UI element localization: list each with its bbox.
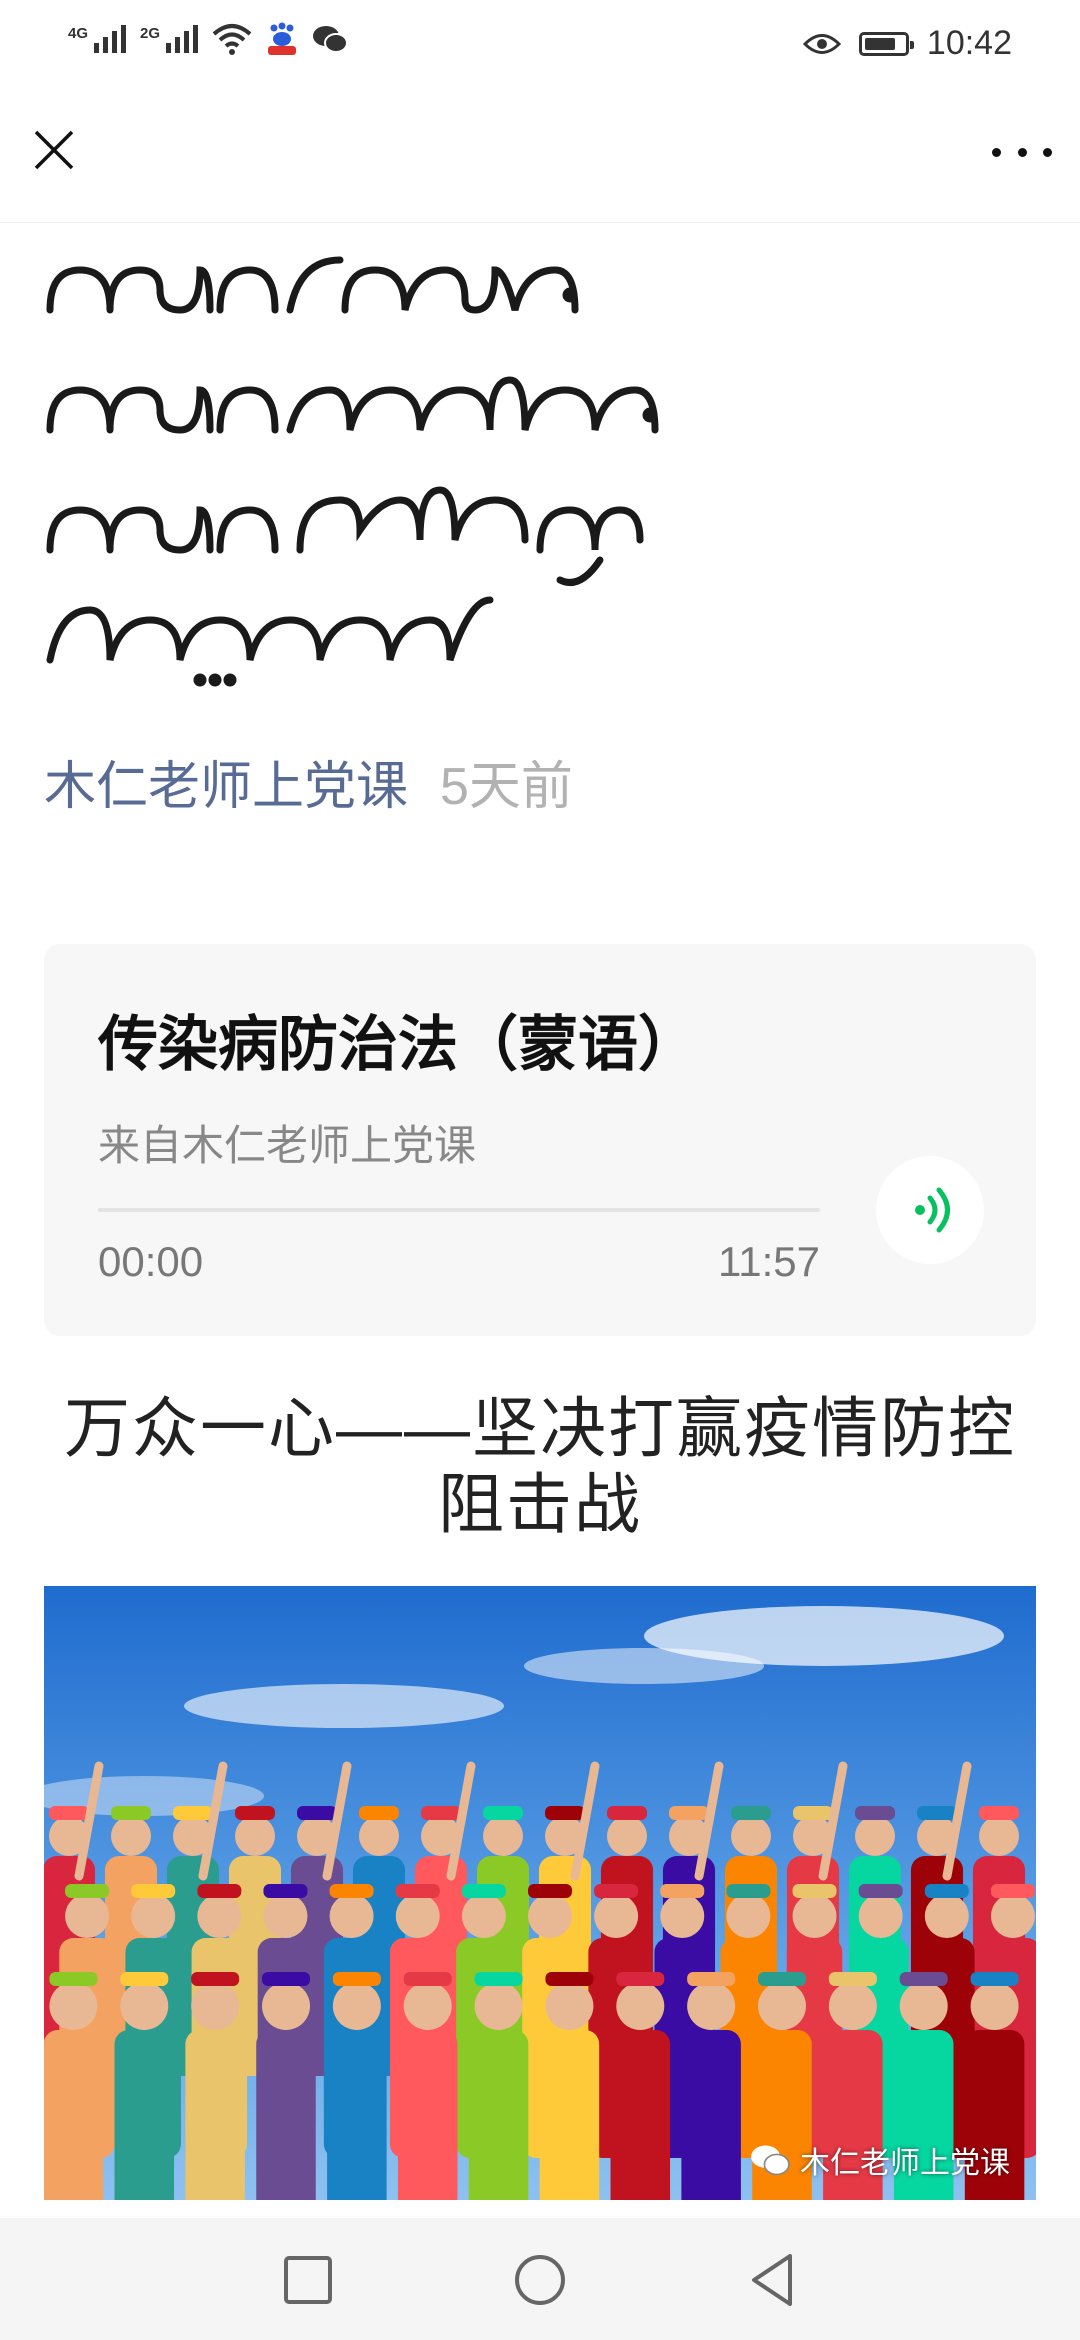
audio-title: 传染病防治法（蒙语） — [98, 1011, 698, 1078]
more-button[interactable] — [992, 132, 1052, 172]
audio-duration: 11:57 — [718, 1238, 820, 1285]
audio-play-button[interactable] — [876, 1156, 984, 1264]
signal-icon: 4G — [68, 25, 127, 53]
status-left: 4G 2G — [68, 22, 349, 56]
audio-progress-bar[interactable] — [98, 1208, 820, 1212]
clock: 10:42 — [926, 24, 1012, 62]
article-byline: 木仁老师上党课 5天前 — [44, 744, 573, 819]
top-nav-bar — [0, 92, 1080, 223]
wechat-icon — [751, 2145, 790, 2176]
close-icon — [34, 130, 74, 170]
back-button[interactable] — [740, 2248, 804, 2312]
signal-type-label: 2G — [140, 25, 161, 42]
recent-apps-icon — [284, 2256, 332, 2304]
status-right: 10:42 — [802, 24, 1012, 63]
battery-icon — [858, 31, 914, 56]
wifi-icon — [212, 24, 252, 55]
eye-icon — [802, 33, 841, 54]
sound-wave-icon — [915, 1187, 950, 1233]
publish-date: 5天前 — [440, 758, 573, 816]
author-link[interactable]: 木仁老师上党课 — [44, 758, 408, 816]
article-title-graphic — [46, 256, 659, 687]
ethnic-group-photo — [44, 1586, 1036, 2200]
signal-type-label: 4G — [68, 25, 89, 42]
close-button[interactable] — [30, 126, 78, 174]
article-image[interactable]: 木仁老师上党课 — [44, 1586, 1036, 2200]
system-nav-bar — [0, 2218, 1080, 2340]
audio-current-time: 00:00 — [98, 1238, 204, 1285]
signal-icon: 2G — [140, 25, 199, 53]
baidu-icon — [268, 22, 297, 55]
article-heading: 万众一心——坚决打赢疫情防控阻击战 — [64, 1391, 1016, 1541]
audio-player-card[interactable]: 传染病防治法（蒙语） 来自木仁老师上党课 00:00 11:57 — [44, 944, 1036, 1336]
back-icon — [752, 2254, 792, 2306]
article-title — [40, 240, 1040, 690]
more-icon — [992, 147, 1052, 157]
home-button[interactable] — [508, 2248, 572, 2312]
wechat-icon — [313, 26, 349, 53]
watermark-text: 木仁老师上党课 — [800, 2147, 1010, 2180]
home-icon — [515, 2255, 565, 2305]
status-bar: 4G 2G 10:42 — [0, 0, 1080, 92]
image-watermark: 木仁老师上党课 — [750, 2138, 1010, 2182]
audio-source: 来自木仁老师上党课 — [98, 1122, 477, 1169]
recent-apps-button[interactable] — [276, 2248, 340, 2312]
